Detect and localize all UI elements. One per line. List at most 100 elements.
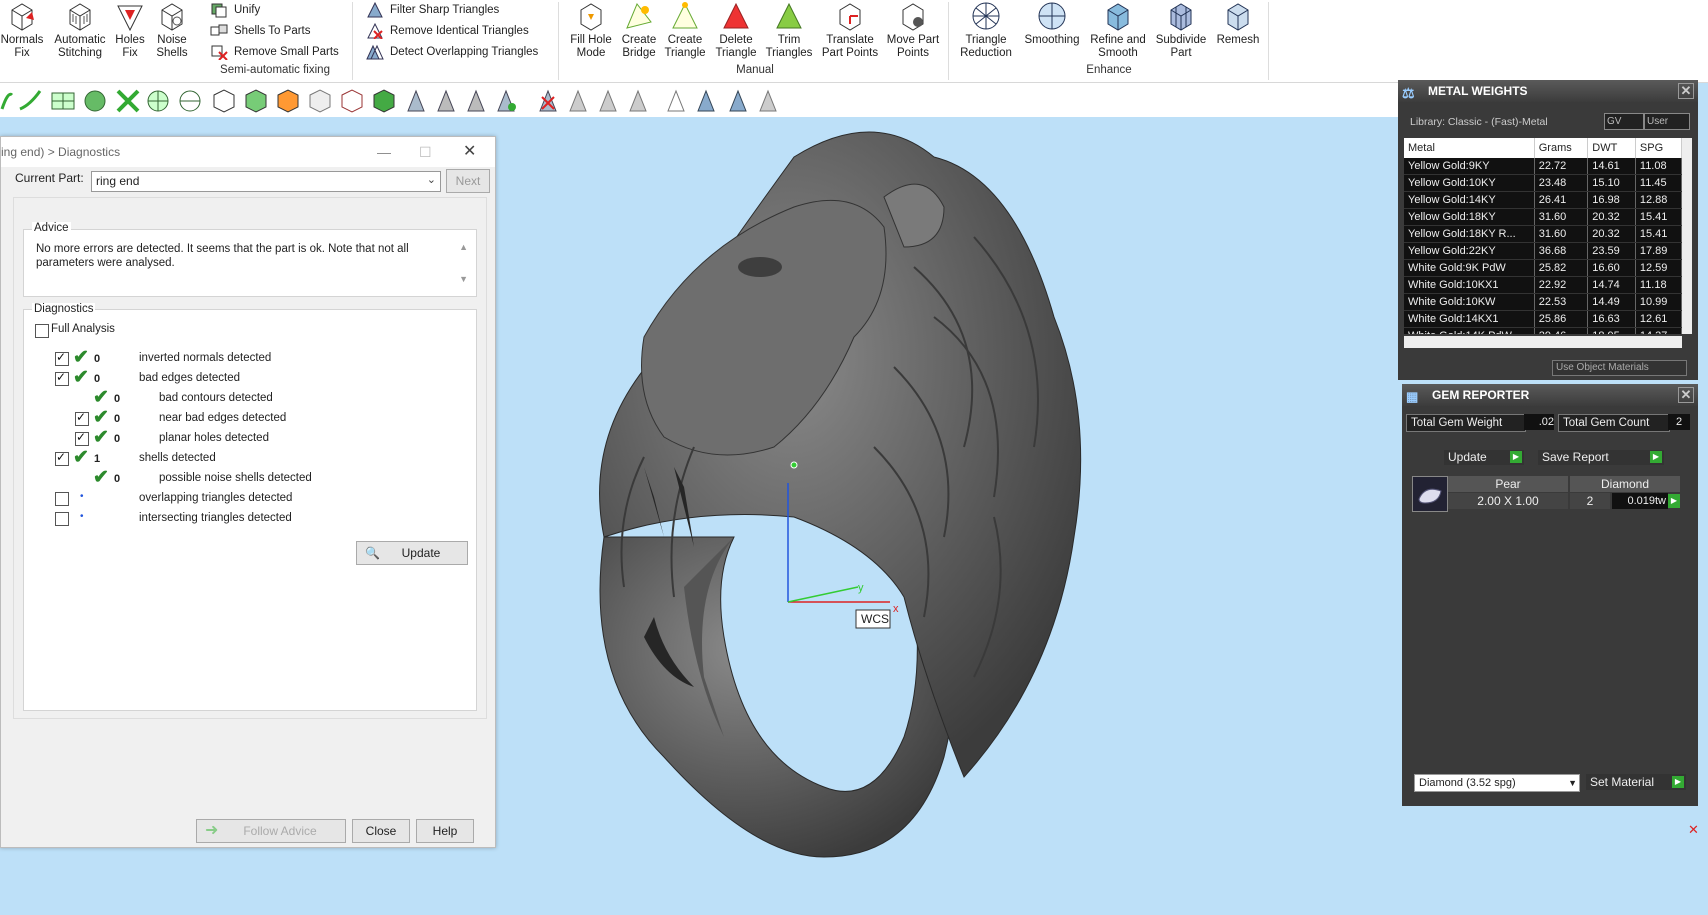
table-row[interactable]: White Gold:14KX1 25.86 16.63 12.61 <box>1404 310 1682 328</box>
bad-edges-checkbox[interactable] <box>55 370 69 386</box>
play-icon[interactable]: ▶ <box>1668 494 1680 508</box>
subdivide-part-button[interactable]: Subdivide Part <box>1152 0 1210 60</box>
translate-part-points-button[interactable]: Translate Part Points <box>820 0 880 60</box>
create-triangle-button[interactable]: Create Triangle <box>664 0 706 60</box>
metal-name: Yellow Gold:18KY R... <box>1404 225 1535 243</box>
overlapping-triangles-checkbox[interactable] <box>55 492 69 506</box>
normals-fix-button[interactable]: Normals Fix <box>0 0 44 60</box>
unify-button[interactable]: Unify <box>210 0 260 20</box>
automatic-stitching-button[interactable]: Automatic Stitching <box>50 0 110 60</box>
table-row[interactable]: Yellow Gold:14KY 26.41 16.98 12.88 <box>1404 191 1682 209</box>
planar-holes-checkbox[interactable] <box>75 430 89 446</box>
scroll-up-icon[interactable]: ▲ <box>459 242 468 252</box>
table-row[interactable]: Yellow Gold:18KY R... 31.60 20.32 15.41 <box>1404 225 1682 243</box>
remesh-button[interactable]: Remesh <box>1214 0 1262 47</box>
move-part-points-button[interactable]: Move Part Points <box>884 0 942 60</box>
col-spg[interactable]: SPG <box>1635 138 1682 158</box>
triangle-select-icon[interactable] <box>407 89 425 112</box>
sphere-half-icon[interactable] <box>179 90 201 112</box>
close-button[interactable]: Close <box>352 819 410 843</box>
shells-checkbox[interactable] <box>55 450 69 466</box>
inverted-normals-checkbox[interactable] <box>55 350 69 366</box>
minimize-icon[interactable]: — <box>377 137 391 167</box>
maximize-icon[interactable]: ☐ <box>419 137 432 167</box>
follow-advice-button[interactable]: ➜ Follow Advice <box>196 819 346 843</box>
table-row[interactable]: White Gold:9K PdW 25.82 16.60 12.59 <box>1404 259 1682 277</box>
full-analysis-checkbox[interactable] <box>35 324 49 338</box>
save-report-button[interactable]: Save Report ▶ <box>1538 450 1664 465</box>
table-row[interactable]: Yellow Gold:9KY 22.72 14.61 11.08 <box>1404 158 1682 175</box>
triangle-blue2-icon[interactable] <box>729 89 747 112</box>
sphere-mesh-icon[interactable] <box>147 90 169 112</box>
mesh-cross-icon[interactable] <box>116 89 140 113</box>
col-dwt[interactable]: DWT <box>1587 138 1636 158</box>
gv-toggle[interactable]: GV <box>1604 113 1644 130</box>
surface-mesh-icon[interactable] <box>51 92 75 110</box>
update-button[interactable]: 🔍 Update <box>356 541 468 565</box>
3d-viewport[interactable]: x y WCS <box>494 117 1400 912</box>
delete-triangle-button[interactable]: Delete Triangle <box>712 0 760 60</box>
table-row[interactable]: Yellow Gold:22KY 36.68 23.59 17.89 <box>1404 242 1682 260</box>
triangle-grey3-icon[interactable] <box>629 89 647 112</box>
col-grams[interactable]: Grams <box>1534 138 1589 158</box>
triangle-grey-icon[interactable] <box>569 89 587 112</box>
scroll-down-icon[interactable]: ▼ <box>459 274 468 284</box>
current-part-select[interactable]: ring end ⌄ <box>91 171 441 192</box>
remove-small-parts-button[interactable]: Remove Small Parts <box>210 42 339 62</box>
table-row[interactable]: Yellow Gold:10KY 23.48 15.10 11.45 <box>1404 174 1682 192</box>
metal-table-hscroll[interactable] <box>1404 336 1682 348</box>
fill-hole-mode-button[interactable]: Fill Hole Mode <box>568 0 614 60</box>
remove-identical-triangles-button[interactable]: Remove Identical Triangles <box>366 21 529 41</box>
cube-green-dark-icon[interactable] <box>373 89 395 113</box>
help-button[interactable]: Help <box>416 819 474 843</box>
create-bridge-button[interactable]: Create Bridge <box>618 0 660 60</box>
mesh-ball-icon[interactable] <box>84 90 106 112</box>
shells-to-parts-button[interactable]: Shells To Parts <box>210 21 311 41</box>
triangle-green-icon[interactable] <box>497 89 516 112</box>
cube-orange-icon[interactable] <box>277 89 299 113</box>
table-row[interactable]: White Gold:10KW 22.53 14.49 10.99 <box>1404 293 1682 311</box>
filter-sharp-triangles-button[interactable]: Filter Sharp Triangles <box>366 0 499 20</box>
set-material-button[interactable]: Set Material ▶ <box>1586 774 1686 790</box>
triangle-blue-icon[interactable] <box>697 89 715 112</box>
cube-white-icon[interactable] <box>309 89 331 113</box>
curve-icon[interactable] <box>0 92 14 110</box>
create-triangle-label2: Triangle <box>664 47 706 59</box>
triangle-edge-icon[interactable] <box>437 89 455 112</box>
user-toggle[interactable]: User <box>1644 113 1690 130</box>
translate-points-label2: Part Points <box>821 47 879 59</box>
table-row[interactable]: White Gold:10KX1 22.92 14.74 11.18 <box>1404 276 1682 294</box>
smoothing-button[interactable]: Smoothing <box>1022 0 1082 47</box>
table-row[interactable]: Yellow Gold:18KY 31.60 20.32 15.41 <box>1404 208 1682 226</box>
next-button[interactable]: Next <box>446 169 490 193</box>
close-icon[interactable]: ✕ <box>1678 387 1694 403</box>
detect-overlapping-triangles-button[interactable]: Detect Overlapping Triangles <box>366 42 538 62</box>
triangle-outline-icon[interactable] <box>667 89 685 112</box>
close-icon[interactable]: ✕ <box>463 137 476 167</box>
sweep-icon[interactable] <box>19 90 42 111</box>
cube-green-icon[interactable] <box>245 89 267 113</box>
intersecting-triangles-checkbox[interactable] <box>55 512 69 526</box>
triangle-grey2-icon[interactable] <box>599 89 617 112</box>
use-object-materials-button[interactable]: Use Object Materials <box>1552 360 1687 376</box>
gem-update-button[interactable]: Update ▶ <box>1444 450 1524 465</box>
close-icon[interactable]: ✕ <box>1688 822 1699 838</box>
triangle-delete-icon[interactable] <box>539 89 557 112</box>
triangle-blue3-icon[interactable] <box>759 89 777 112</box>
gem-material-select[interactable]: Diamond (3.52 spg) ▼ <box>1414 774 1580 792</box>
metal-table-vscroll[interactable] <box>1682 138 1692 334</box>
close-icon[interactable]: ✕ <box>1678 83 1694 99</box>
triangle-brush-icon[interactable] <box>467 89 485 112</box>
holes-fix-button[interactable]: Holes Fix <box>112 0 148 60</box>
dialog-titlebar[interactable]: ing end) > Diagnostics — ☐ ✕ <box>1 137 495 167</box>
refine-and-smooth-button[interactable]: Refine and Smooth <box>1086 0 1150 60</box>
noise-shells-button[interactable]: Noise Shells <box>152 0 192 60</box>
gem-row[interactable]: Pear Diamond 2.00 X 1.00 2 0.019tw ▶ <box>1412 476 1692 512</box>
table-row[interactable]: White Gold:14K PdW29.4618.9514.37 <box>1404 327 1682 334</box>
triangle-reduction-button[interactable]: Triangle Reduction <box>956 0 1016 60</box>
col-metal[interactable]: Metal <box>1404 138 1535 158</box>
cube-outline-icon[interactable] <box>213 89 235 113</box>
trim-triangles-button[interactable]: Trim Triangles <box>764 0 814 60</box>
near-bad-edges-checkbox[interactable] <box>75 410 89 426</box>
cube-red-icon[interactable] <box>341 89 363 113</box>
